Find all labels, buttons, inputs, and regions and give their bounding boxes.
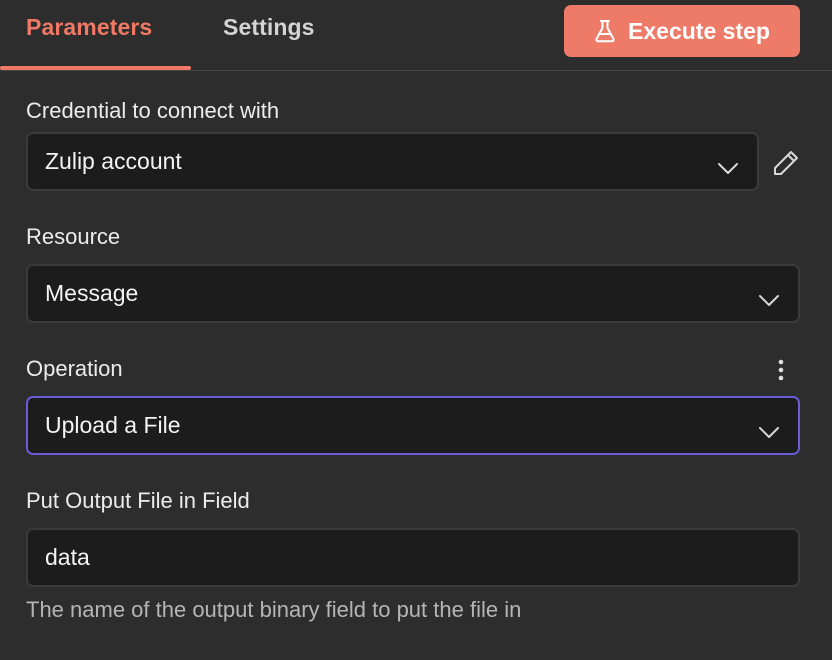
execute-step-label: Execute step: [628, 17, 770, 44]
operation-label: Operation: [26, 356, 123, 381]
flask-icon: [594, 19, 616, 43]
tab-bar: Parameters Settings Execute step: [0, 0, 832, 71]
output-field-input[interactable]: data: [26, 528, 800, 587]
credential-select[interactable]: Zulip account: [26, 132, 759, 191]
credential-label: Credential to connect with: [26, 98, 280, 123]
execute-step-button[interactable]: Execute step: [564, 5, 800, 57]
tab-parameters[interactable]: Parameters: [26, 14, 152, 41]
chevron-down-icon: [758, 287, 780, 314]
active-tab-indicator: [0, 66, 191, 70]
operation-value: Upload a File: [45, 412, 181, 438]
tab-settings[interactable]: Settings: [223, 14, 315, 41]
chevron-down-icon: [758, 419, 780, 446]
output-field-value: data: [45, 544, 90, 570]
resource-value: Message: [45, 280, 139, 306]
chevron-down-icon: [717, 155, 739, 182]
credential-value: Zulip account: [45, 148, 182, 174]
operation-select[interactable]: Upload a File: [26, 396, 800, 455]
resource-select[interactable]: Message: [26, 264, 800, 323]
pencil-icon[interactable]: [770, 147, 802, 184]
kebab-menu-icon[interactable]: [777, 358, 785, 387]
resource-label: Resource: [26, 224, 121, 249]
output-field-label: Put Output File in Field: [26, 488, 250, 513]
output-field-hint: The name of the output binary field to p…: [26, 597, 522, 622]
